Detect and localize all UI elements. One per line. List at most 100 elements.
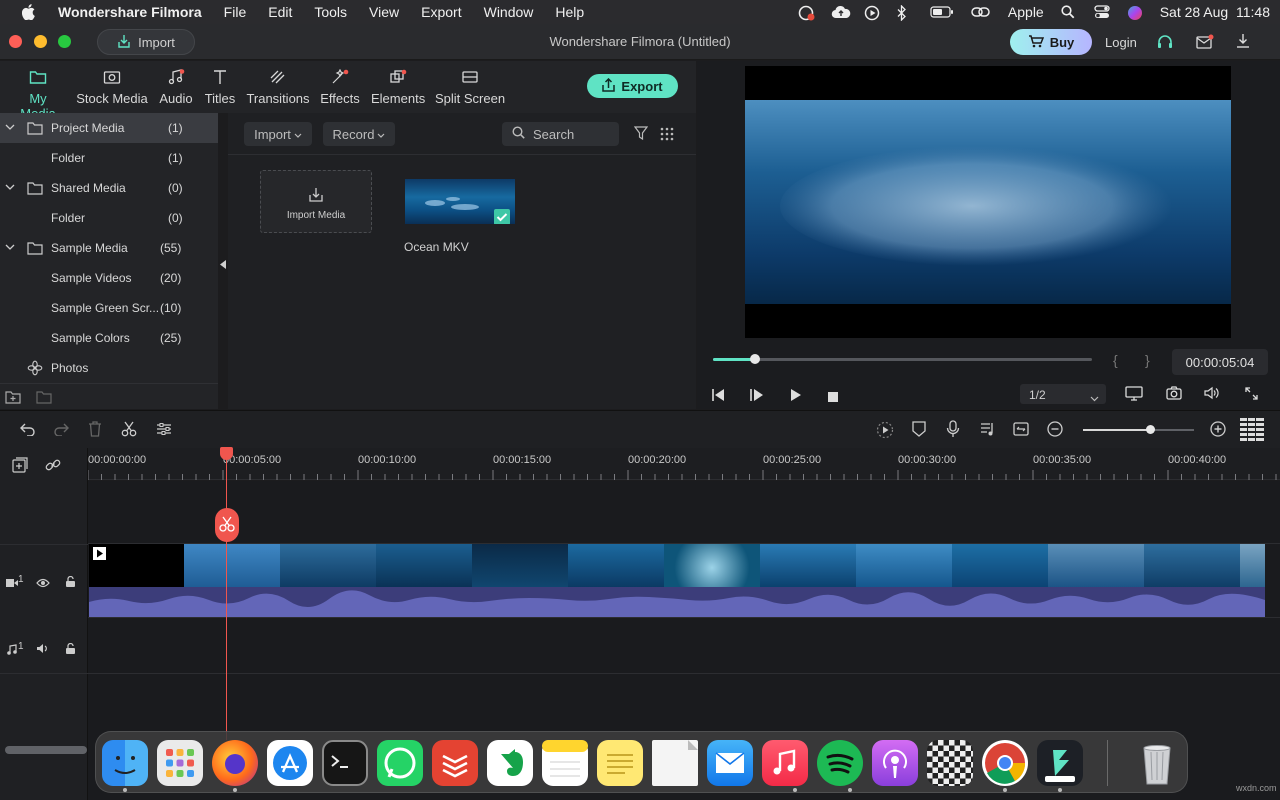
menu-edit[interactable]: Edit [268,4,292,20]
link-chain-icon[interactable] [45,457,61,478]
fullscreen-icon[interactable] [1245,387,1258,405]
adjust-sliders-icon[interactable] [156,422,172,441]
menu-file[interactable]: File [224,4,247,20]
todoist-icon[interactable] [432,740,478,786]
collapse-panel-icon[interactable] [220,256,227,274]
buy-button[interactable]: Buy [1010,29,1092,55]
render-preview-icon[interactable] [876,421,894,444]
zoom-out-icon[interactable] [1047,421,1063,442]
audio-mixer-icon[interactable] [980,421,996,442]
filmora-icon[interactable] [1037,740,1083,786]
textedit-icon[interactable] [652,740,698,786]
split-scissors-button[interactable] [215,508,239,542]
chevron-down-icon[interactable] [5,121,15,135]
siri-icon[interactable] [1127,5,1143,19]
preview-quality-select[interactable]: 1/2 [1020,384,1106,404]
apple-icon[interactable] [22,4,36,20]
previous-frame-icon[interactable] [712,388,726,406]
control-center-icon[interactable] [1094,5,1110,19]
link-icon[interactable] [971,5,991,19]
marker-shield-icon[interactable] [912,421,926,442]
timeline-scrollbar[interactable] [5,746,87,754]
search-input[interactable]: Search [502,122,619,146]
podcasts-icon[interactable] [872,740,918,786]
screen-record-icon[interactable] [798,5,814,19]
download-icon[interactable] [1236,33,1250,54]
chess-icon[interactable] [927,740,973,786]
tree-item-folder[interactable]: Folder (0) [0,203,218,233]
volume-icon[interactable] [1204,386,1220,405]
chrome-icon[interactable] [982,740,1028,786]
speaker-icon[interactable] [36,641,49,659]
lock-icon[interactable] [66,574,75,592]
battery-icon[interactable] [930,5,954,19]
grid-view-icon[interactable] [660,127,674,146]
timeline-settings-icon[interactable] [1240,418,1264,447]
lock-icon[interactable] [66,641,75,659]
import-dropdown[interactable]: Import [244,122,312,146]
launchpad-icon[interactable] [157,740,203,786]
notes-icon[interactable] [542,740,588,786]
menu-help[interactable]: Help [555,4,584,20]
chevron-down-icon[interactable] [5,181,15,195]
menubar-clock[interactable]: Sat 28 Aug 11:48 [1160,4,1270,20]
add-track-icon[interactable] [12,457,28,478]
firefox-icon[interactable] [212,740,258,786]
tab-split-screen[interactable]: Split Screen [434,69,506,106]
snapshot-camera-icon[interactable] [1166,386,1182,405]
whatsapp-icon[interactable] [377,740,423,786]
undo-icon[interactable] [20,422,36,441]
tree-item-shared-media[interactable]: Shared Media (0) [0,173,218,203]
eye-icon[interactable] [36,575,50,593]
delete-trash-icon[interactable] [88,421,102,442]
play-frame-icon[interactable] [750,388,764,406]
import-media-tile[interactable]: Import Media [260,170,372,233]
tab-elements[interactable]: Elements [371,69,425,106]
scissors-icon[interactable] [121,421,137,442]
record-dropdown[interactable]: Record [323,122,395,146]
headset-icon[interactable] [1157,34,1173,55]
timeline-ruler[interactable]: 00:00:00:00 00:00:05:00 00:00:10:00 00:0… [88,448,1280,480]
filter-icon[interactable] [634,126,648,145]
subtitle-box-icon[interactable] [1013,422,1029,441]
play-circle-icon[interactable] [864,5,880,19]
stickies-icon[interactable] [597,740,643,786]
play-icon[interactable] [790,388,802,406]
stop-icon[interactable] [828,389,838,407]
menu-view[interactable]: View [369,4,399,20]
tab-effects[interactable]: Effects [319,69,361,106]
mail-notification-icon[interactable] [1196,34,1214,55]
mark-in-icon[interactable]: { [1113,352,1118,368]
login-link[interactable]: Login [1105,35,1137,50]
mail-icon[interactable] [707,740,753,786]
tab-stock-media[interactable]: Stock Media [76,69,148,106]
playhead-handle[interactable] [220,447,233,460]
tab-titles[interactable]: Titles [203,69,237,106]
spotlight-search-icon[interactable] [1061,5,1077,19]
tree-item-sample-colors[interactable]: Sample Colors (25) [0,323,218,353]
finder-icon[interactable] [102,740,148,786]
app-menu[interactable]: Wondershare Filmora [58,4,202,20]
tree-item-sample-videos[interactable]: Sample Videos (20) [0,263,218,293]
export-button[interactable]: Export [587,74,678,98]
mark-out-icon[interactable]: } [1145,352,1150,368]
tree-item-photos[interactable]: Photos [0,353,218,383]
new-folder-icon[interactable] [5,390,21,407]
trash-icon[interactable] [1134,740,1180,786]
tree-item-sample-media[interactable]: Sample Media (55) [0,233,218,263]
terminal-icon[interactable] [322,740,368,786]
tree-item-project-media[interactable]: Project Media (1) [0,113,218,143]
microphone-icon[interactable] [946,420,960,443]
spotify-icon[interactable] [817,740,863,786]
audio-waveform[interactable] [89,587,1265,617]
menu-export[interactable]: Export [421,4,461,20]
chevron-down-icon[interactable] [5,241,15,255]
preview-scrubber[interactable] [713,358,1092,361]
menubar-user[interactable]: Apple [1008,4,1044,20]
zoom-in-icon[interactable] [1210,421,1226,442]
app-store-icon[interactable] [267,740,313,786]
video-clip[interactable] [89,544,1265,587]
tab-transitions[interactable]: Transitions [246,69,310,106]
menu-window[interactable]: Window [484,4,534,20]
display-settings-icon[interactable] [1125,386,1143,406]
